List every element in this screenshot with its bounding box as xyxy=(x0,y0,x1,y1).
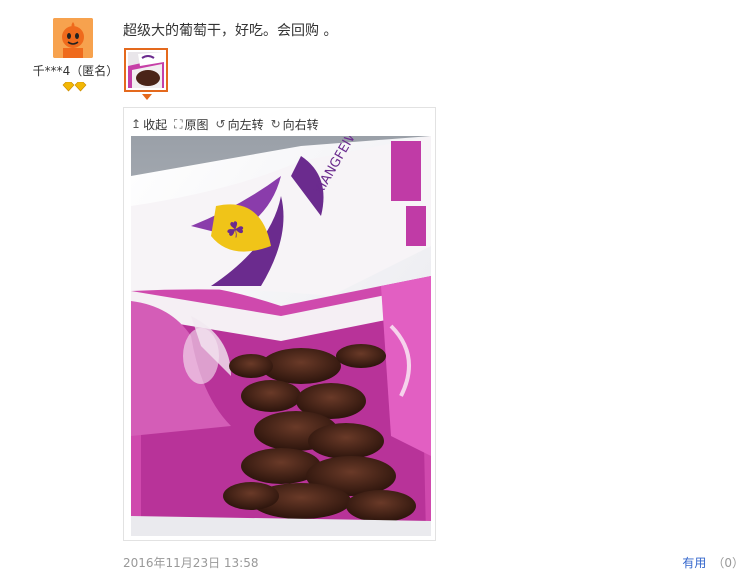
rotate-right-label: 向右转 xyxy=(282,117,319,132)
review-date: 2016年11月23日 13:58 xyxy=(123,556,259,570)
reviewer-name: 千***4（匿名） xyxy=(32,64,119,78)
review-photo[interactable]: ☘ XIANGFEIWEI xyxy=(131,136,431,536)
collapse-arrow-icon: ↥ xyxy=(131,117,142,131)
reviewer-avatar[interactable] xyxy=(53,18,93,58)
gold-diamond-icon xyxy=(62,82,87,92)
viewer-toolbar: ↥ 收起 ⛶ 原图 ↺ 向左转 ↻ 向右转 xyxy=(124,114,319,134)
photo-viewer: ↥ 收起 ⛶ 原图 ↺ 向左转 ↻ 向右转 ☘ XIANGFEIWEI xyxy=(123,107,436,541)
useful-button[interactable]: 有用 xyxy=(682,556,706,570)
rotate-left-icon: ↺ xyxy=(215,117,226,131)
raisin-bag-thumbnail-icon xyxy=(128,52,164,88)
orange-mascot-icon xyxy=(53,18,93,58)
useful-count: （0） xyxy=(712,556,744,570)
rotate-left-button[interactable]: ↺ 向左转 xyxy=(216,116,264,133)
useful-vote: 有用 （0） xyxy=(682,554,744,571)
rotate-right-button[interactable]: ↻ 向右转 xyxy=(271,116,319,133)
original-image-button[interactable]: ⛶ 原图 xyxy=(174,116,208,133)
original-image-label: 原图 xyxy=(184,117,209,132)
review-photo-thumbnail[interactable] xyxy=(124,48,168,92)
raisin-bag-photo: ☘ XIANGFEIWEI xyxy=(131,136,431,536)
thumbnail-pointer xyxy=(142,94,152,100)
rotate-left-label: 向左转 xyxy=(227,117,264,132)
collapse-button[interactable]: ↥ 收起 xyxy=(131,116,167,133)
rotate-right-icon: ↻ xyxy=(270,117,281,131)
reviewer-rank xyxy=(62,82,88,92)
original-size-icon: ⛶ xyxy=(174,116,183,131)
review-text: 超级大的葡萄干，好吃。会回购 。 xyxy=(123,23,338,39)
collapse-label: 收起 xyxy=(143,117,168,132)
